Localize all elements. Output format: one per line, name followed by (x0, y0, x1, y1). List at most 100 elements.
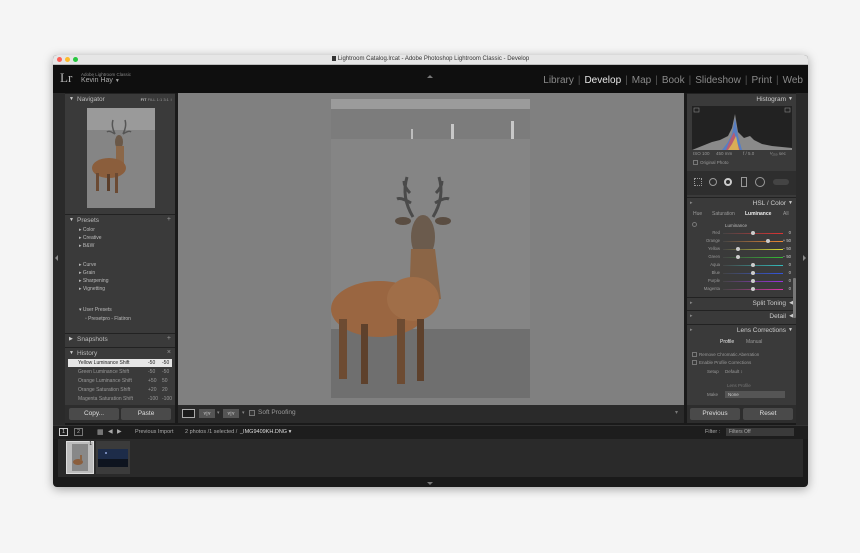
preset-group-color[interactable]: ▸ Color (79, 227, 95, 233)
main-screen-button[interactable]: 1 (59, 428, 68, 436)
zoom-1-1[interactable]: 1:1 (157, 97, 163, 102)
copy-settings-button[interactable]: Copy... (69, 408, 119, 420)
slider-knob[interactable] (751, 287, 755, 291)
slider-value[interactable]: 0 (789, 278, 791, 283)
soft-proofing-checkbox[interactable] (249, 410, 255, 416)
clear-history-icon[interactable]: × (167, 349, 171, 356)
filter-select[interactable]: Filters Off (726, 428, 794, 436)
radial-filter-icon[interactable] (755, 177, 765, 187)
slider-track[interactable] (723, 249, 783, 250)
history-header[interactable]: ▼ History × (65, 347, 175, 358)
hsl-slider-row[interactable]: Orange + 50 (691, 238, 792, 245)
history-item[interactable]: Green Luminance Shift -50 -50 (68, 368, 172, 376)
module-map[interactable]: Map (632, 75, 651, 86)
navigator-preview[interactable] (87, 108, 155, 208)
detail-header[interactable]: ▸ Detail ◀ (687, 310, 796, 321)
main-photo[interactable] (331, 99, 530, 398)
split-toning-header[interactable]: ▸ Split Toning ◀ (687, 297, 796, 308)
tab-manual[interactable]: Manual (746, 339, 762, 345)
lens-corrections-header[interactable]: ▸ Lens Corrections ▼ (687, 324, 796, 335)
targeted-adjustment-icon[interactable] (692, 222, 697, 227)
selected-filename[interactable]: _IMG9409KH.DNG ▾ (240, 429, 291, 435)
hsl-slider-row[interactable]: Yellow − 50 (691, 246, 792, 253)
zoom-more[interactable]: ↕ (170, 97, 172, 102)
hsl-slider-row[interactable]: Aqua 0 (691, 262, 792, 269)
slider-knob[interactable] (751, 231, 755, 235)
module-develop[interactable]: Develop (584, 75, 621, 86)
photo-canvas[interactable] (178, 93, 684, 405)
preset-group-grain[interactable]: ▸ Grain (79, 270, 95, 276)
tab-saturation[interactable]: Saturation (712, 211, 735, 217)
original-photo-checkbox[interactable] (693, 160, 698, 165)
slider-value[interactable]: 0 (789, 286, 791, 291)
second-screen-button[interactable]: 2 (74, 428, 83, 436)
module-print[interactable]: Print (751, 75, 772, 86)
presets-header[interactable]: ▼ Presets + (65, 214, 175, 225)
module-slideshow[interactable]: Slideshow (695, 75, 741, 86)
toolbar-menu-icon[interactable]: ▾ (675, 409, 678, 416)
hsl-slider-row[interactable]: Green − 50 (691, 254, 792, 261)
slider-value[interactable]: + 50 (783, 238, 791, 243)
preset-item-flatiron[interactable]: ▫ Presetpro - Flatiron (85, 316, 131, 322)
histogram-header[interactable]: Histogram ▼ (687, 93, 796, 104)
preset-group-vignetting[interactable]: ▸ Vignetting (79, 286, 105, 292)
history-item[interactable]: Orange Saturation Shift +20 20 (68, 386, 172, 394)
preset-group-user[interactable]: ▾ User Presets (79, 307, 112, 313)
module-book[interactable]: Book (662, 75, 685, 86)
preset-group-curve[interactable]: ▸ Curve (79, 262, 96, 268)
graduated-filter-icon[interactable] (741, 177, 747, 187)
zoom-3-1[interactable]: 3:1 (163, 97, 169, 102)
preset-group-bw[interactable]: ▸ B&W (79, 243, 94, 249)
hsl-slider-row[interactable]: Purple 0 (691, 278, 792, 285)
paste-settings-button[interactable]: Paste (121, 408, 171, 420)
right-panel-toggle-icon[interactable] (803, 255, 806, 261)
slider-knob[interactable] (736, 255, 740, 259)
history-item[interactable]: Orange Luminance Shift +50 50 (68, 377, 172, 385)
zoom-fit[interactable]: FIT (141, 97, 147, 102)
tab-hue[interactable]: Hue (693, 211, 702, 217)
adjustment-brush-icon[interactable] (773, 179, 789, 185)
red-eye-icon[interactable] (724, 178, 732, 186)
filmstrip-thumb[interactable] (96, 441, 130, 474)
slider-track[interactable] (723, 257, 783, 258)
history-item[interactable]: Magenta Saturation Shift -100 -100 (68, 395, 172, 403)
right-panel-edge[interactable] (796, 93, 808, 425)
tab-profile[interactable]: Profile (720, 339, 734, 345)
module-web[interactable]: Web (783, 75, 803, 86)
user-name[interactable]: Kevin Hay ▼ (81, 77, 120, 84)
slider-track[interactable] (723, 241, 783, 242)
spot-removal-icon[interactable] (709, 178, 717, 186)
hsl-header[interactable]: ▸ HSL / Color ▼ (687, 197, 796, 208)
bottom-panel-toggle-icon[interactable] (427, 482, 433, 485)
reset-button[interactable]: Reset (743, 408, 793, 420)
slider-knob[interactable] (766, 239, 770, 243)
slider-value[interactable]: − 50 (783, 246, 791, 251)
make-select[interactable]: None (725, 391, 785, 398)
loupe-view-icon[interactable] (182, 409, 195, 418)
zoom-fill[interactable]: FILL (148, 97, 156, 102)
tab-all[interactable]: All (783, 211, 789, 217)
slider-value[interactable]: 0 (789, 230, 791, 235)
right-panel-scrollbar[interactable] (793, 278, 796, 318)
add-preset-icon[interactable]: + (167, 216, 171, 223)
crop-tool-icon[interactable] (694, 178, 702, 186)
add-snapshot-icon[interactable]: + (167, 335, 171, 342)
top-panel-toggle-icon[interactable] (427, 75, 433, 78)
source-label[interactable]: Previous Import (135, 429, 174, 435)
tab-luminance[interactable]: Luminance (745, 211, 771, 217)
slider-value[interactable]: 0 (789, 270, 791, 275)
grid-view-icon[interactable]: ▦ (97, 428, 104, 436)
navigator-header[interactable]: ▼ Navigator FIT FILL 1:1 3:1 ↕ (65, 93, 175, 104)
enable-profile-checkbox[interactable] (692, 360, 697, 365)
forward-arrow-icon[interactable]: ▶ (117, 428, 122, 435)
slider-value[interactable]: 0 (789, 262, 791, 267)
copy-before-after-icon[interactable]: ▾ (242, 409, 247, 418)
hsl-slider-row[interactable]: Magenta 0 (691, 286, 792, 293)
before-after-view-button[interactable]: Y|Y (199, 409, 215, 418)
slider-value[interactable]: − 50 (783, 254, 791, 259)
slider-knob[interactable] (751, 263, 755, 267)
remove-ca-checkbox[interactable] (692, 352, 697, 357)
previous-button[interactable]: Previous (690, 408, 740, 420)
setup-select[interactable]: Default ↕ (725, 369, 743, 374)
module-library[interactable]: Library (543, 75, 574, 86)
